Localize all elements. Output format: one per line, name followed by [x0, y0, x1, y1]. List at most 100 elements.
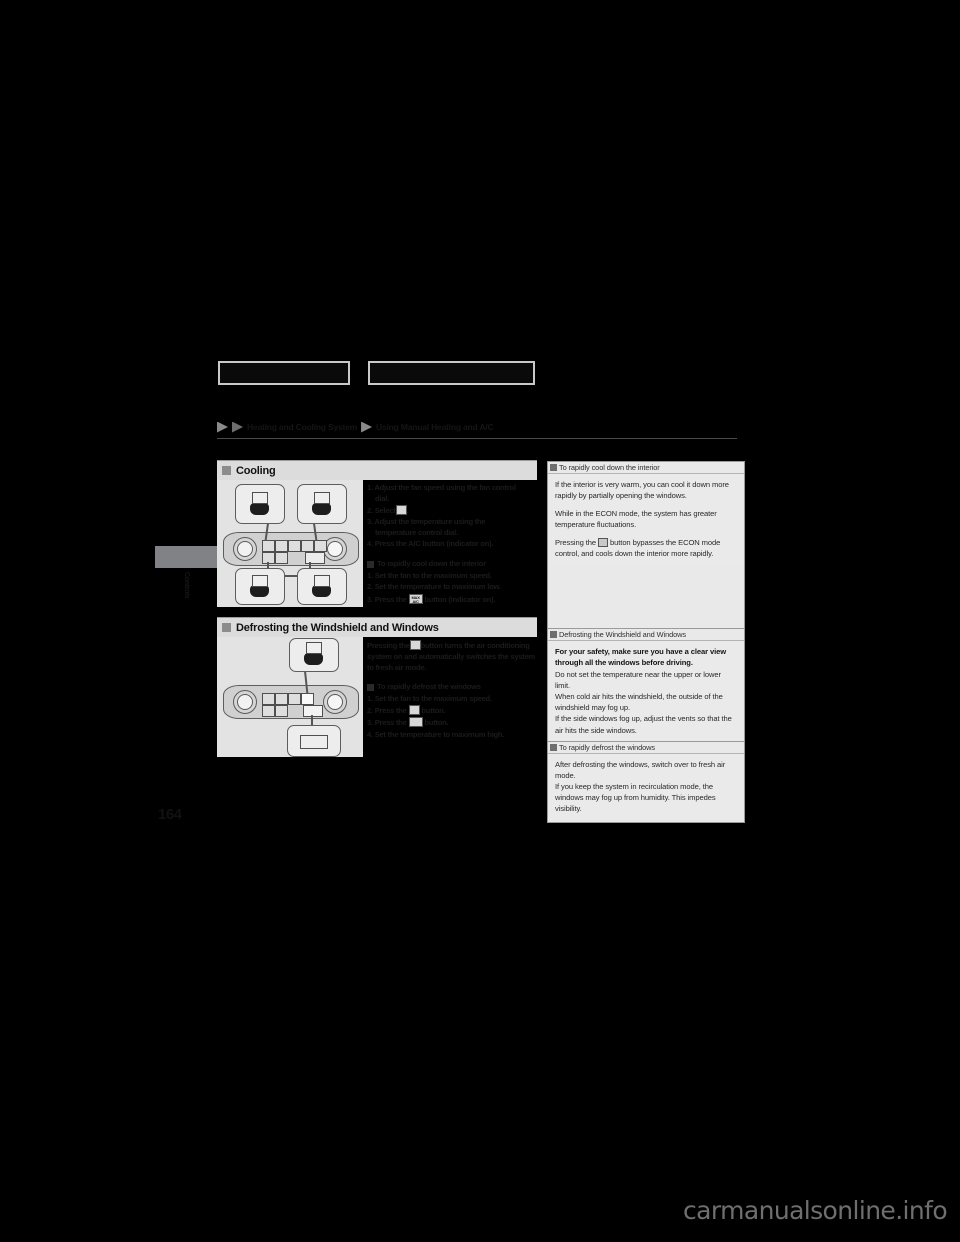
front-defroster-icon: [408, 705, 420, 716]
sidebar-section-rapid-cool: To rapidly cool down the interior If the…: [547, 461, 745, 629]
sidebar-body: For your safety, make sure you have a cl…: [548, 641, 744, 742]
step-number: 1.: [367, 483, 373, 492]
step-item: 4. Set the temperature to maximum high.: [367, 730, 537, 741]
max-ac-button-icon: MAX A/C: [408, 593, 423, 604]
step-item: 4. Press the A/C button (indicator on).: [367, 539, 537, 550]
section-bullet-icon: [222, 623, 231, 632]
step-item: 2. Press the button.: [367, 705, 537, 717]
section-bullet-icon: [222, 466, 231, 475]
breadcrumb-part2: Using Manual Heating and A/C: [376, 421, 494, 432]
step-item: 3. Adjust the temperature using the temp…: [367, 517, 537, 539]
step-number: 4.: [367, 539, 373, 549]
step-item: 2. Select.: [367, 505, 537, 517]
step-number: 2.: [367, 582, 373, 592]
sidebar-heading: To rapidly defrost the windows: [559, 743, 656, 752]
step-text: Press the: [374, 718, 407, 728]
section-title-defrosting: Defrosting the Windshield and Windows: [236, 621, 439, 634]
step-text-cont: dial.: [375, 493, 389, 503]
sidebar-heading-row: Defrosting the Windshield and Windows: [548, 629, 744, 641]
step-number: 3.: [367, 594, 373, 604]
note-marker-icon: [550, 464, 557, 471]
sidebar-paragraph: If the side windows fog up, adjust the v…: [555, 714, 732, 735]
step-text: Set the fan to the maximum speed.: [374, 693, 492, 703]
sidebar-heading: Defrosting the Windshield and Windows: [559, 630, 686, 639]
steps-cooling: 1. Adjust the fan speed using the fan co…: [363, 480, 537, 607]
step-text: Press the: [374, 706, 407, 716]
step-item: 1. Set the fan to the maximum speed.: [367, 694, 537, 705]
subsection-title-rapid-defrost: To rapidly defrost the windows: [367, 682, 537, 693]
main-column: Cooling 1. Adjust the fan speed using th…: [217, 460, 537, 757]
sidebar-paragraph: Pressing the button bypasses the ECON mo…: [555, 537, 737, 559]
step-text: Set the fan to the maximum speed.: [374, 570, 492, 580]
sidebar-body: After defrosting the windows, switch ove…: [548, 754, 744, 821]
step-text: Adjust the fan speed using the fan contr…: [374, 483, 516, 492]
step-item: 1. Adjust the fan speed using the fan co…: [367, 483, 537, 505]
section-header-cooling: Cooling: [217, 460, 537, 480]
step-number: 3.: [367, 718, 373, 728]
breadcrumb-divider: [217, 438, 737, 439]
step-text: Set the temperature to maximum high.: [374, 729, 505, 739]
step-text-tail: button.: [424, 718, 449, 728]
sidebar-heading-row: To rapidly cool down the interior: [548, 462, 744, 474]
step-item: 2. Set the temperature to maximum low.: [367, 582, 537, 593]
watermark: carmanualsonline.info: [683, 1196, 948, 1225]
front-defroster-icon: [409, 640, 421, 650]
step-item: 3. Press the button.: [367, 717, 537, 729]
header-box-right: [368, 361, 535, 385]
figure-cooling: [217, 480, 363, 607]
breadcrumb-separator-icon: [361, 421, 373, 433]
step-text-cont: temperature control dial.: [375, 528, 458, 538]
section-header-defrosting: Defrosting the Windshield and Windows: [217, 617, 537, 637]
sidebar-paragraph: While in the ECON mode, the system has g…: [555, 509, 717, 530]
sidebar-body: If the interior is very warm, you can co…: [548, 474, 744, 566]
chapter-tab: [155, 546, 218, 568]
step-item: 3. Press the MAX A/C button (indicator o…: [367, 593, 537, 606]
step-text: Set the temperature to maximum low.: [374, 582, 501, 592]
step-number: 4.: [367, 729, 373, 739]
step-text: Press the: [374, 594, 407, 604]
sidebar-paragraph: Do not set the temperature near the uppe…: [555, 670, 721, 691]
breadcrumb-arrow-icon-2: [232, 421, 243, 433]
step-text-tail: button.: [421, 706, 446, 716]
defrost-paragraph: Pressing the button turns the air conditi…: [367, 640, 537, 673]
fresh-air-icon: [408, 717, 423, 728]
vent-face-icon: [395, 505, 407, 516]
note-marker-icon: [550, 631, 557, 638]
sidebar-para-pre: Pressing the: [555, 538, 597, 548]
steps-defrosting: Pressing the button turns the air conditi…: [363, 637, 537, 757]
step-text-tail: .: [406, 506, 409, 516]
manual-page: Heating and Cooling System Using Manual …: [0, 0, 960, 1242]
subsection-bullet-icon: [367, 683, 374, 691]
figure-defrosting: [217, 637, 363, 757]
sidebar-paragraph-bold: For your safety, make sure you have a cl…: [555, 647, 727, 668]
sidebar-paragraph: When cold air hits the windshield, the o…: [555, 692, 723, 713]
header-boxes: [218, 361, 548, 387]
sidebar-heading-row: To rapidly defrost the windows: [548, 742, 744, 754]
step-number: 2.: [367, 506, 373, 516]
breadcrumb-arrow-icon: [217, 421, 228, 433]
step-number: 1.: [367, 570, 373, 580]
sidebar-section-rapid-defrost: To rapidly defrost the windows After def…: [547, 741, 745, 823]
chapter-tab-label: Controls: [183, 572, 190, 599]
sidebar-paragraph: If the interior is very warm, you can co…: [555, 480, 729, 501]
subsection-title-rapid-cool: To rapidly cool down the interior: [367, 559, 537, 570]
sidebar-paragraph: After defrosting the windows, switch ove…: [555, 760, 726, 781]
step-number: 1.: [367, 693, 373, 703]
section-body-defrosting: Pressing the button turns the air conditi…: [217, 637, 537, 757]
step-text: Adjust the temperature using the: [374, 517, 486, 527]
sidebar-heading: To rapidly cool down the interior: [559, 463, 660, 472]
max-ac-button-icon: [598, 538, 609, 548]
section-title-cooling: Cooling: [236, 464, 276, 477]
sidebar-section-defrosting-note: Defrosting the Windshield and Windows Fo…: [547, 628, 745, 742]
step-number: 2.: [367, 706, 373, 716]
defrost-para-line2: button turns the air: [420, 641, 486, 650]
step-number: 3.: [367, 517, 373, 527]
breadcrumb-part1: Heating and Cooling System: [247, 421, 358, 432]
subsection-bullet-icon: [367, 561, 374, 569]
sidebar: To rapidly cool down the interior If the…: [547, 461, 745, 823]
step-item: 1. Set the fan to the maximum speed.: [367, 571, 537, 582]
section-body-cooling: 1. Adjust the fan speed using the fan co…: [217, 480, 537, 607]
note-marker-icon: [550, 744, 557, 751]
step-text-tail: button (indicator on).: [424, 594, 496, 604]
header-box-left: [218, 361, 350, 385]
